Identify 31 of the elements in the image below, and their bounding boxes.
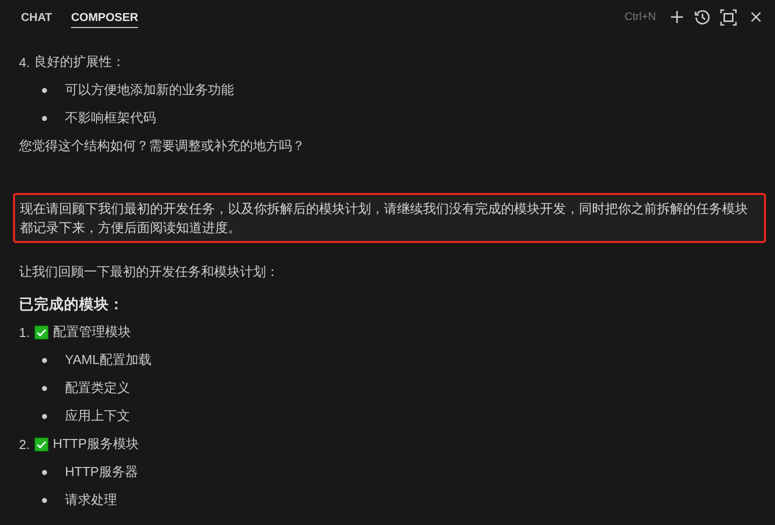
section-heading: 已完成的模块： [19,295,125,314]
list-item-text: HTTP服务器 [65,463,138,481]
user-message: 现在请回顾下我们最初的开发任务，以及你拆解后的模块计划，请继续我们没有完成的模块开发，同时把你之前拆解的任务模块都记录下来，方便后面阅读知道进度。 [13,193,766,243]
list-number: 4. [19,54,30,70]
paragraph-text: 让我们回顾一下最初的开发任务和模块计划： [19,263,280,281]
list-item-text: 可以方便地添加新的业务功能 [65,81,234,99]
list-item-text: 配置管理模块 [52,323,131,341]
bullet-dot [42,414,47,418]
bullet-dot [42,386,47,390]
shortcut-hint: Ctrl+N [624,11,656,23]
list-number: 1. [19,324,30,340]
maximize-icon[interactable] [720,8,737,26]
plus-icon[interactable] [669,9,685,25]
list-item-text: HTTP服务模块 [52,435,139,453]
list-item-text: 良好的扩展性： [34,53,125,71]
tab[interactable]: COMPOSER [71,8,138,28]
bullet-dot [42,88,47,92]
list-item-text: 配置类定义 [65,379,130,397]
bullet-dot [42,116,47,120]
history-icon[interactable] [694,8,711,26]
list-item-text: YAML配置加载 [65,351,152,369]
tab[interactable]: CHAT [21,8,52,28]
paragraph-text: 您觉得这个结构如何？需要调整或补充的地方吗？ [19,137,306,155]
list-item-text: 应用上下文 [65,407,130,425]
bullet-dot [42,470,47,474]
list-item-text: 请求处理 [65,491,117,509]
bullet-dot [42,498,47,502]
list-number: 2. [19,436,30,452]
close-icon[interactable] [749,10,763,24]
bullet-dot [42,358,47,362]
list-item-text: 不影响框架代码 [65,109,156,127]
